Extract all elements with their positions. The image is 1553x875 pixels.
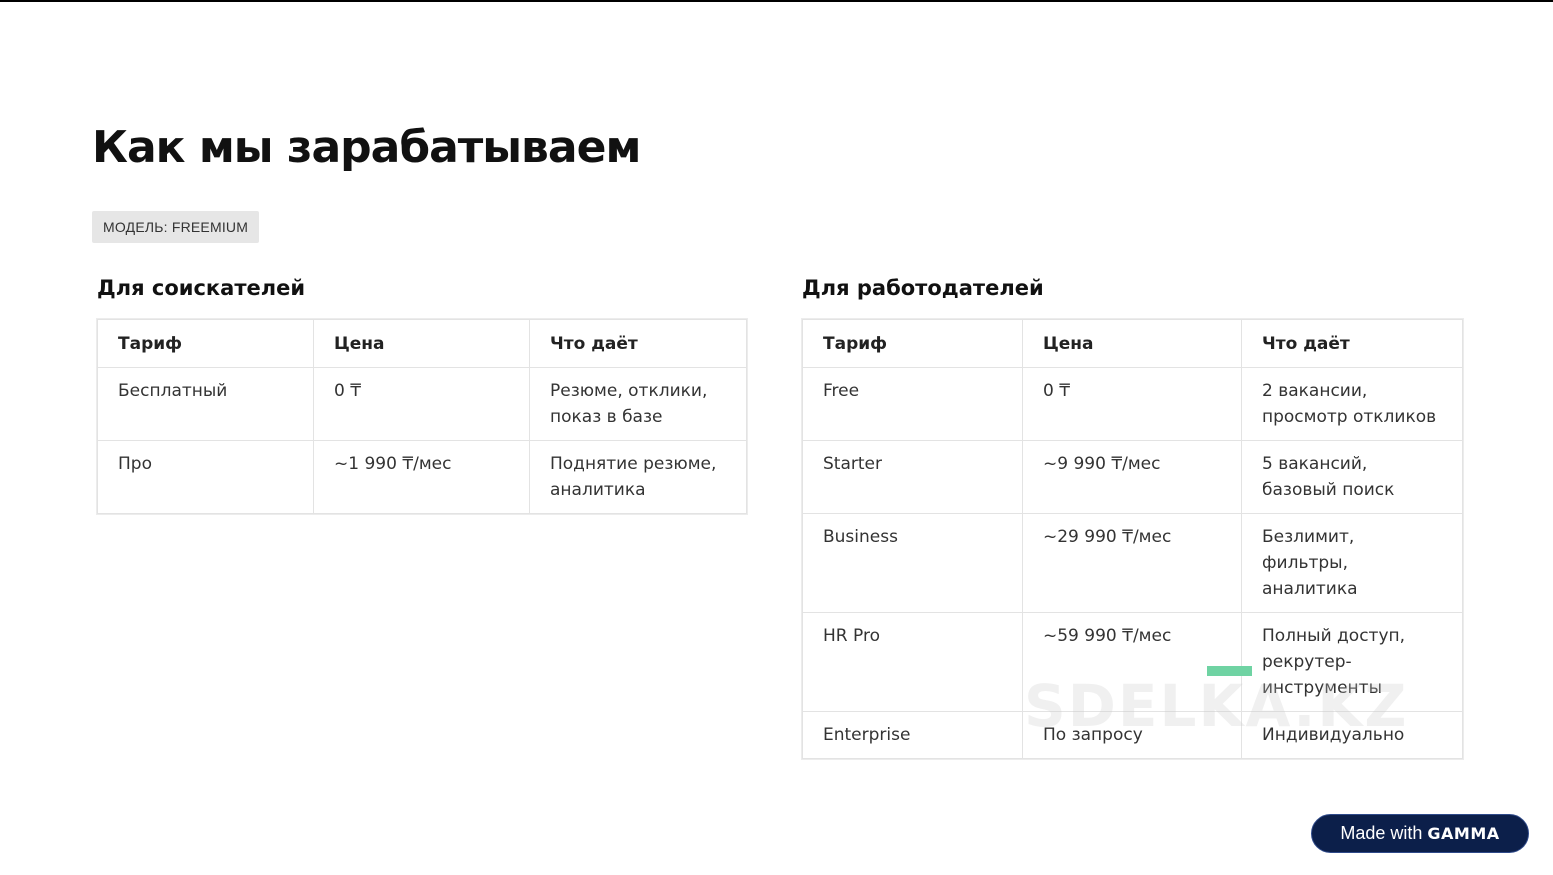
top-border-line	[0, 0, 1553, 2]
tariff-name-cell: Бесплатный	[97, 367, 314, 441]
column-header-benefits: Что даёт	[529, 319, 747, 368]
tariff-benefits-cell: Резюме, отклики, показ в базе	[529, 367, 747, 441]
tariff-name-cell: Enterprise	[802, 711, 1023, 759]
table-row: Enterprise По запросу Индивидуально	[802, 711, 1463, 759]
employers-tariff-table: Тариф Цена Что даёт Free 0 ₸ 2 вакансии,…	[802, 319, 1463, 759]
tariff-name-cell: Starter	[802, 440, 1023, 514]
tariff-price-cell: ~9 990 ₸/мес	[1022, 440, 1242, 514]
tariff-price-cell: ~59 990 ₸/мес	[1022, 612, 1242, 712]
watermark-accent-bar	[1207, 666, 1252, 676]
tariff-price-cell: ~1 990 ₸/мес	[313, 440, 530, 514]
tariff-name-cell: Про	[97, 440, 314, 514]
tariff-name-cell: HR Pro	[802, 612, 1023, 712]
tariff-benefits-cell: 2 вакансии, просмотр откликов	[1241, 367, 1463, 441]
tariff-price-cell: 0 ₸	[313, 367, 530, 441]
table-row: Про ~1 990 ₸/мес Поднятие резюме, аналит…	[97, 440, 747, 514]
gamma-logo: GAMMA	[1427, 824, 1500, 843]
employers-section-title: Для работодателей	[802, 276, 1044, 300]
seekers-section-title: Для соискателей	[97, 276, 306, 300]
tariff-price-cell: ~29 990 ₸/мес	[1022, 513, 1242, 613]
tariff-price-cell: По запросу	[1022, 711, 1242, 759]
table-row: Starter ~9 990 ₸/мес 5 вакансий, базовый…	[802, 440, 1463, 514]
made-with-label: Made with	[1340, 823, 1423, 843]
table-row: Business ~29 990 ₸/мес Безлимит, фильтры…	[802, 513, 1463, 613]
tariff-price-cell: 0 ₸	[1022, 367, 1242, 441]
column-header-tariff: Тариф	[802, 319, 1023, 368]
tariff-name-cell: Free	[802, 367, 1023, 441]
slide-title: Как мы зарабатываем	[92, 122, 641, 173]
table-row: Free 0 ₸ 2 вакансии, просмотр откликов	[802, 367, 1463, 441]
seekers-tariff-table: Тариф Цена Что даёт Бесплатный 0 ₸ Резюм…	[97, 319, 747, 514]
table-row: HR Pro ~59 990 ₸/мес Полный доступ, рекр…	[802, 612, 1463, 712]
column-header-benefits: Что даёт	[1241, 319, 1463, 368]
tariff-benefits-cell: Поднятие резюме, аналитика	[529, 440, 747, 514]
table-header-row: Тариф Цена Что даёт	[802, 319, 1463, 368]
model-badge: МОДЕЛЬ: FREEMIUM	[92, 211, 260, 243]
column-header-price: Цена	[313, 319, 530, 368]
tariff-name-cell: Business	[802, 513, 1023, 613]
column-header-price: Цена	[1022, 319, 1242, 368]
tariff-benefits-cell: Безлимит, фильтры, аналитика	[1241, 513, 1463, 613]
table-header-row: Тариф Цена Что даёт	[97, 319, 747, 368]
table-row: Бесплатный 0 ₸ Резюме, отклики, показ в …	[97, 367, 747, 441]
made-with-gamma-button[interactable]: Made with GAMMA	[1311, 814, 1529, 853]
tariff-benefits-cell: Полный доступ, рекрутер-инструменты	[1241, 612, 1463, 712]
tariff-benefits-cell: Индивидуально	[1241, 711, 1463, 759]
tariff-benefits-cell: 5 вакансий, базовый поиск	[1241, 440, 1463, 514]
column-header-tariff: Тариф	[97, 319, 314, 368]
